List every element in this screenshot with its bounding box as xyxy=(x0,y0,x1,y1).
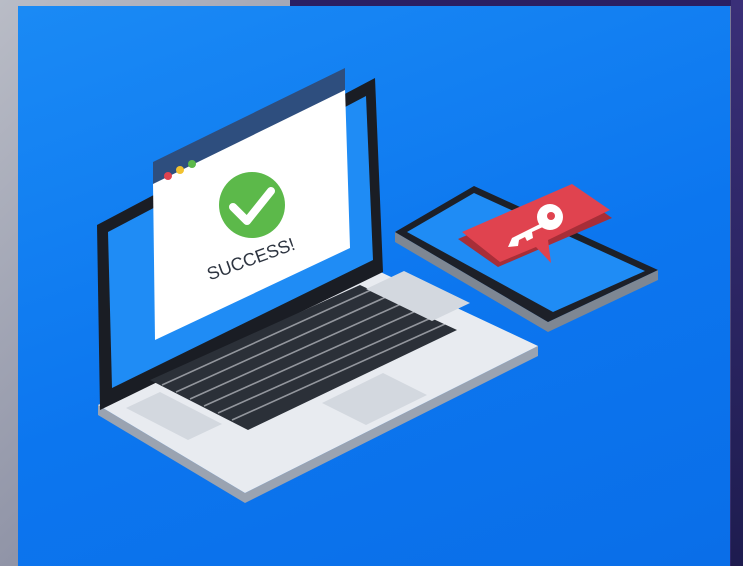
window-maximize-dot xyxy=(188,160,196,168)
window-minimize-dot xyxy=(176,166,184,174)
window-close-dot xyxy=(164,172,172,180)
check-mark-icon xyxy=(219,172,285,238)
illustration-canvas: SUCCESS! xyxy=(97,68,658,503)
